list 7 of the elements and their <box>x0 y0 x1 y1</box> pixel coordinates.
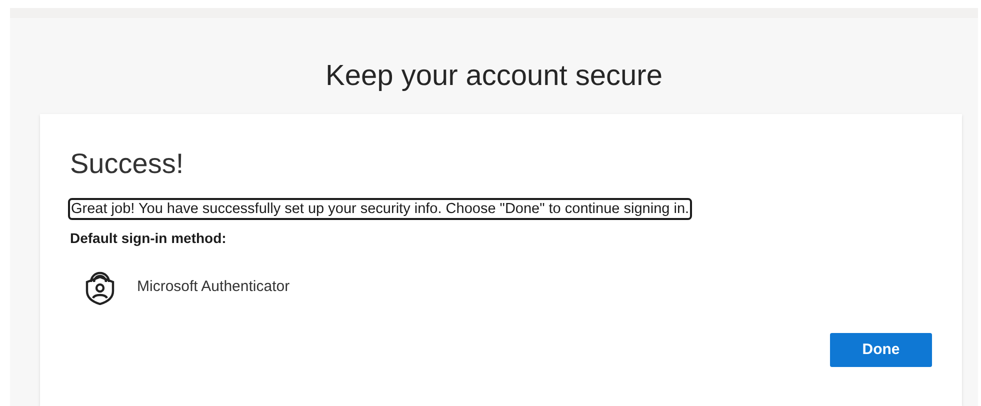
done-button[interactable]: Done <box>830 333 932 367</box>
method-label: Default sign-in method: <box>70 229 226 248</box>
success-heading: Success! <box>70 147 184 181</box>
method-name: Microsoft Authenticator <box>137 276 290 297</box>
authenticator-icon <box>83 269 117 305</box>
success-message: Great job! You have successfully set up your security info. Choose "Done" to continue signing in. <box>70 200 690 218</box>
page-title: Keep your account secure <box>324 59 664 94</box>
